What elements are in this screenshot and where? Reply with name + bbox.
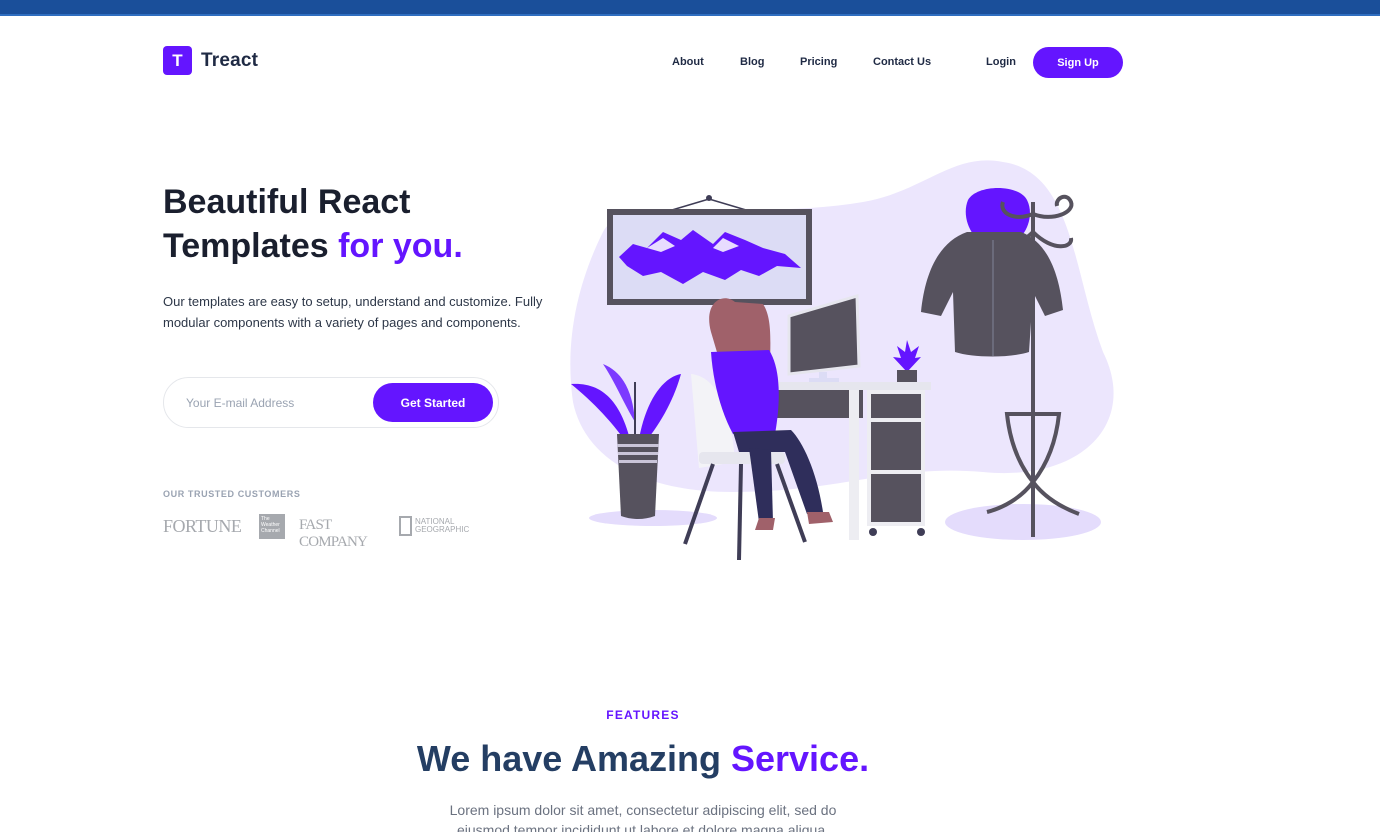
login-link[interactable]: Login	[986, 56, 1016, 68]
hero-illustration	[570, 160, 1114, 561]
nav-link-pricing[interactable]: Pricing	[800, 56, 837, 68]
nav-link-about[interactable]: About	[672, 56, 704, 68]
hero-title: Beautiful React Templates for you.	[163, 180, 583, 268]
fast-company-logo: FAST COMPANY	[299, 517, 368, 550]
features-label: FEATURES	[606, 708, 680, 722]
hero-title-accent: for you.	[338, 227, 463, 265]
sign-up-button[interactable]: Sign Up	[1033, 47, 1123, 78]
brand-logo[interactable]: T Treact	[163, 46, 258, 75]
nav-link-contact-us[interactable]: Contact Us	[873, 56, 931, 68]
natgeo-frame-icon	[399, 516, 412, 536]
features-title-accent: Service.	[730, 738, 870, 779]
brand-logo-icon: T	[163, 46, 192, 75]
get-started-button[interactable]: Get Started	[373, 383, 493, 422]
email-signup-form: Get Started	[163, 377, 499, 428]
email-input[interactable]	[186, 392, 366, 414]
browser-top-strip	[0, 0, 1380, 16]
framed-picture-icon	[607, 195, 812, 305]
features-title: We have Amazing Service.	[0, 738, 1286, 780]
natgeo-line2: GEOGRAPHIC	[415, 525, 470, 534]
hero-title-line2: Templates	[163, 227, 339, 265]
brand-name: Treact	[201, 49, 259, 71]
fortune-logo: FORTUNE	[163, 516, 242, 536]
hero-subtitle: Our templates are easy to setup, underst…	[163, 294, 543, 330]
national-geographic-logo: NATIONAL GEOGRAPHIC	[399, 516, 469, 536]
natgeo-text: NATIONAL GEOGRAPHIC	[415, 518, 469, 534]
weather-channel-logo: The Weather Channel	[259, 514, 285, 539]
features-title-main: We have Amazing	[416, 738, 731, 779]
nav-link-blog[interactable]: Blog	[740, 56, 764, 68]
trusted-customers-label: OUR TRUSTED CUSTOMERS	[163, 489, 301, 499]
hero-title-line1: Beautiful React	[163, 183, 411, 221]
coat-rack-shadow	[945, 504, 1101, 540]
site-header: T Treact About Blog Pricing Contact Us L…	[163, 46, 1123, 78]
features-description: Lorem ipsum dolor sit amet, consectetur …	[449, 802, 837, 832]
